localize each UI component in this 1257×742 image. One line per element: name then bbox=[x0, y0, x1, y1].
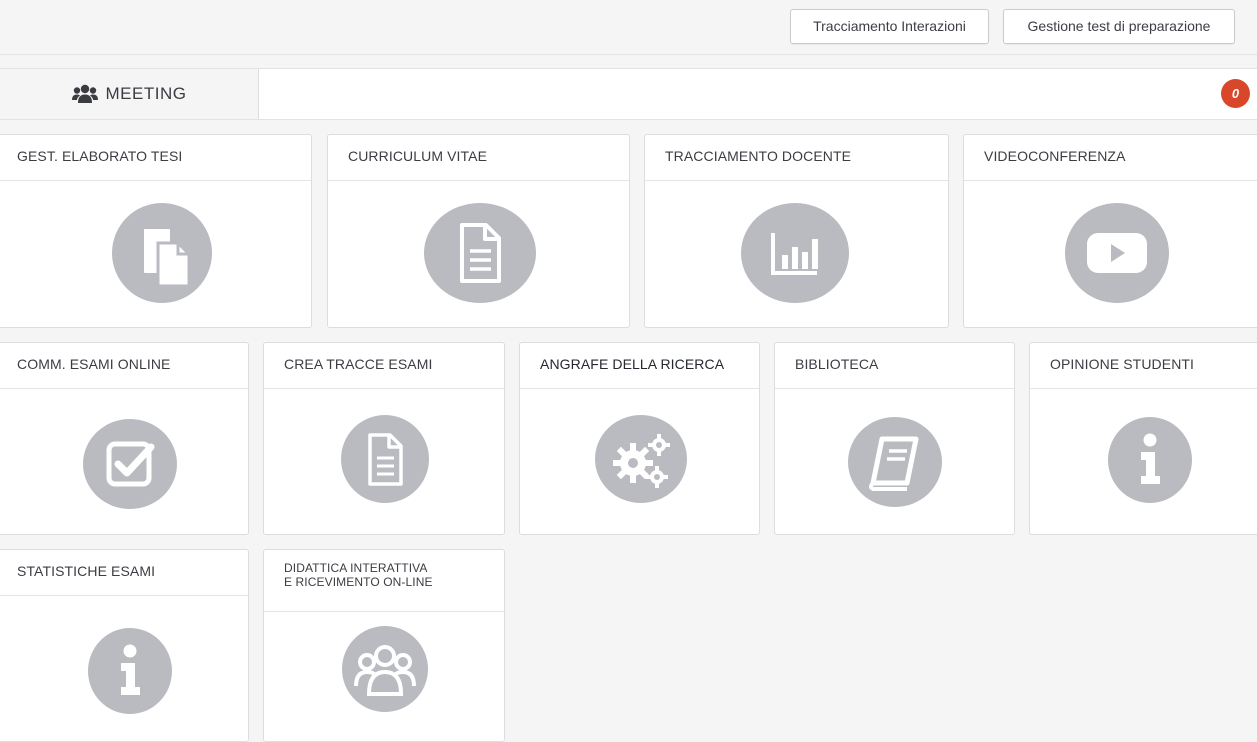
tile-title: BIBLIOTECA bbox=[775, 343, 1014, 389]
info-icon bbox=[88, 628, 172, 714]
info-icon bbox=[1108, 417, 1192, 503]
tile-opinione-studenti[interactable]: OPINIONE STUDENTI bbox=[1029, 342, 1257, 535]
book-icon bbox=[848, 417, 942, 507]
top-toolbar: Tracciamento Interazioni Gestione test d… bbox=[0, 0, 1257, 55]
tile-comm-esami-online[interactable]: COMM. ESAMI ONLINE bbox=[0, 342, 249, 535]
users-icon bbox=[71, 84, 98, 103]
tile-title: TRACCIAMENTO DOCENTE bbox=[645, 135, 948, 181]
tile-statistiche-esami[interactable]: STATISTICHE ESAMI bbox=[0, 549, 249, 742]
prep-tests-button[interactable]: Gestione test di preparazione bbox=[1003, 9, 1235, 44]
tile-title: COMM. ESAMI ONLINE bbox=[0, 343, 248, 389]
notification-badge[interactable]: 0 bbox=[1221, 79, 1250, 108]
tile-title-line1: DIDATTICA INTERATTIVA bbox=[284, 561, 428, 575]
tile-title-line2: E RICEVIMENTO ON-LINE bbox=[284, 575, 433, 589]
tile-didattica-interattiva[interactable]: DIDATTICA INTERATTIVA E RICEVIMENTO ON-L… bbox=[263, 549, 505, 742]
tile-gest-elaborato-tesi[interactable]: GEST. ELABORATO TESI bbox=[0, 134, 312, 328]
play-icon bbox=[1065, 203, 1169, 303]
tile-crea-tracce-esami[interactable]: CREA TRACCE ESAMI bbox=[263, 342, 505, 535]
tile-title: DIDATTICA INTERATTIVA E RICEVIMENTO ON-L… bbox=[264, 550, 504, 612]
tracking-interactions-button[interactable]: Tracciamento Interazioni bbox=[790, 9, 989, 44]
tile-videoconferenza[interactable]: VIDEOCONFERENZA bbox=[963, 134, 1257, 328]
tile-title: CURRICULUM VITAE bbox=[328, 135, 629, 181]
gears-icon bbox=[595, 415, 687, 503]
bar-chart-icon bbox=[741, 203, 849, 303]
tile-title: OPINIONE STUDENTI bbox=[1030, 343, 1257, 389]
documents-icon bbox=[112, 203, 212, 303]
users-icon bbox=[342, 626, 428, 712]
tile-title: CREA TRACCE ESAMI bbox=[264, 343, 504, 389]
tile-title: STATISTICHE ESAMI bbox=[0, 550, 248, 596]
tile-title: GEST. ELABORATO TESI bbox=[0, 135, 311, 181]
checkbox-icon bbox=[83, 419, 177, 509]
tile-title: ANGRAFE DELLA RICERCA bbox=[520, 343, 759, 389]
tile-tracciamento-docente[interactable]: TRACCIAMENTO DOCENTE bbox=[644, 134, 949, 328]
meeting-tab-label: MEETING bbox=[105, 84, 187, 103]
meeting-bar: MEETING 0 bbox=[0, 68, 1257, 120]
file-text-icon bbox=[424, 203, 536, 303]
tile-biblioteca[interactable]: BIBLIOTECA bbox=[774, 342, 1015, 535]
tile-curriculum-vitae[interactable]: CURRICULUM VITAE bbox=[327, 134, 630, 328]
tile-title: VIDEOCONFERENZA bbox=[964, 135, 1257, 181]
tile-angrafe-della-ricerca[interactable]: ANGRAFE DELLA RICERCA bbox=[519, 342, 760, 535]
file-text-icon bbox=[341, 415, 429, 503]
meeting-tab[interactable]: MEETING bbox=[0, 69, 259, 119]
